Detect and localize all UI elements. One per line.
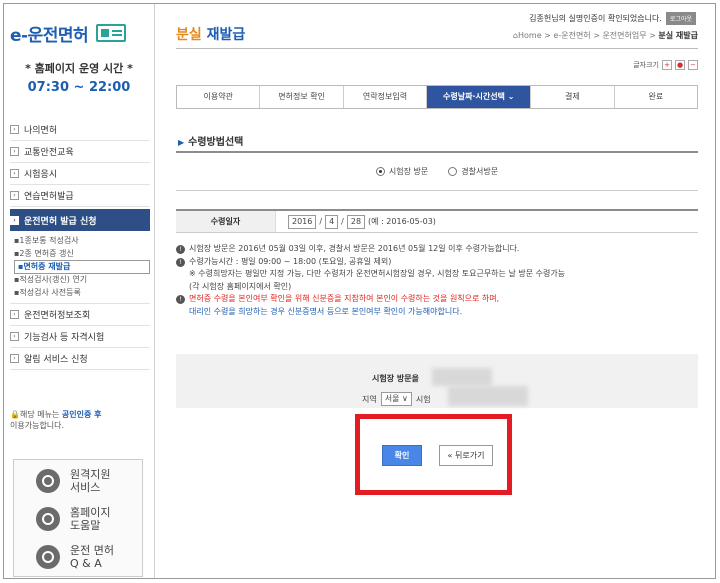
quick-qa[interactable]: 운전 면허 Q & A	[14, 538, 144, 576]
info-icon: !	[176, 295, 185, 304]
title-divider	[176, 48, 698, 49]
operating-hours-time: 07:30 ~ 22:00	[27, 80, 131, 95]
radio-test-site[interactable]: 시험장 방문	[375, 166, 428, 177]
notice-item: ! 시험장 방문은 2016년 05월 03일 이후, 경찰서 방문은 2016년…	[176, 243, 706, 256]
operating-hours-title: * 홈페이지 운영 시간 *	[25, 62, 133, 75]
step-terms: 이용약관	[177, 86, 261, 108]
notice-list: ! 시험장 방문은 2016년 05월 03일 이후, 경찰서 방문은 2016년…	[176, 243, 706, 318]
step-payment: 결제	[531, 86, 615, 108]
zoom-out-button[interactable]: −	[688, 60, 698, 70]
quick-links: 원격지원 서비스 홈페이지 도움말 운전 면허 Q & A	[13, 459, 143, 577]
menu-item-alert-service[interactable]: › 알림 서비스 신청	[10, 348, 150, 370]
receive-date-row: 수령일자 2016/ 4/ 28 (예 : 2016-05-03)	[176, 209, 698, 233]
logo-text: e-운전면허	[10, 25, 89, 46]
month-input[interactable]: 4	[325, 214, 339, 229]
submenu-item[interactable]: ▪적성검사 사전등록	[14, 287, 150, 300]
main-content: 김종헌님의 실명인증이 확인되었습니다. 로그아웃 분실 재발급 ⌂Home >…	[156, 4, 715, 578]
day-input[interactable]: 28	[346, 214, 366, 229]
menu-item-exam[interactable]: › 시험응시	[10, 163, 150, 185]
receive-method: 시험장 방문 경찰서방문	[176, 151, 698, 191]
menu-item-license-issue[interactable]: › 운전면허 발급 신청	[10, 209, 150, 231]
chevron-right-icon: ›	[10, 125, 19, 134]
notice-sub: (각 시험장 홈페이지에서 확인)	[189, 281, 292, 291]
help-icon	[36, 507, 60, 531]
chevron-right-icon: ›	[10, 191, 19, 200]
year-input[interactable]: 2016	[288, 214, 317, 229]
menu-item-practice-license[interactable]: › 연습면허발급	[10, 185, 150, 207]
visit-title: 시험장 방문을	[372, 374, 419, 383]
side-menu: › 나의면허 › 교통안전교육 › 시험응시 › 연습면허발급 › 운전면허 발급 신청 …	[10, 119, 150, 370]
radio-selected-icon	[375, 167, 385, 176]
zoom-reset-button[interactable]: ●	[675, 60, 685, 70]
section-title: 수령방법선택	[178, 133, 243, 148]
cert-link[interactable]: 공인인증 후	[62, 410, 102, 419]
date-example: (예 : 2016-05-03)	[368, 217, 436, 226]
menu-label: 나의면허	[24, 126, 58, 136]
chevron-right-icon: ›	[10, 215, 19, 225]
visit-site-panel: 시험장 방문을 지역 서울 ∨ 시험	[176, 354, 698, 408]
menu-label: 연습면허발급	[24, 192, 74, 202]
confirm-button[interactable]: 확인	[382, 445, 422, 466]
menu-label: 교통안전교육	[24, 148, 74, 158]
login-status: 김종헌님의 실명인증이 확인되었습니다. 로그아웃	[529, 12, 696, 25]
menu-item-my-license[interactable]: › 나의면허	[10, 119, 150, 141]
remote-support-icon	[36, 469, 60, 493]
notice-sub: ※ 수령희망자는 평일만 지정 가능, 다만 수령처가 운전면허시험장일 경우,…	[189, 269, 566, 278]
sidebar: e-운전면허 * 홈페이지 운영 시간 * 07:30 ~ 22:00 › 나의면…	[4, 4, 155, 578]
region-select[interactable]: 서울 ∨	[380, 392, 412, 406]
step-license-check: 면허정보 확인	[260, 86, 344, 108]
page-title: 분실 재발급	[176, 27, 246, 43]
quick-help[interactable]: 홈페이지 도움말	[14, 500, 144, 538]
menu-label: 알림 서비스 신청	[24, 355, 88, 365]
step-date-select: 수령날짜·시간선택 ⌄	[427, 86, 532, 108]
notice-item-warning: ! 면허증 수령을 본인여부 확인을 위해 신분증을 지참하여 본인이 수령하는 …	[176, 293, 706, 306]
menu-item-skill-test[interactable]: › 기능검사 등 자격시험	[10, 326, 150, 348]
lock-icon: 🔒	[10, 410, 20, 419]
browser-frame: e-운전면허 * 홈페이지 운영 시간 * 07:30 ~ 22:00 › 나의면…	[3, 3, 716, 579]
step-complete: 완료	[614, 86, 698, 108]
notice-sub-proxy: 대리인 수령을 희망하는 경우 신분증명서 등으로 본인여부 확인이 가능해야합…	[189, 306, 463, 316]
chevron-right-icon: ›	[10, 310, 19, 319]
menu-label: 운전면허정보조회	[24, 311, 91, 321]
radio-police-station[interactable]: 경찰서방문	[448, 166, 498, 177]
submenu: ▪1종보통 적성검사 ▪2종 면허증 갱신 ▪면허증 재발급 ▪적성검사(갱신)…	[10, 231, 150, 304]
submenu-item-reissue[interactable]: ▪면허증 재발급	[14, 260, 150, 274]
submenu-item[interactable]: ▪2종 면허증 갱신	[14, 248, 150, 261]
chevron-right-icon: ›	[10, 354, 19, 363]
menu-item-safety-education[interactable]: › 교통안전교육	[10, 141, 150, 163]
logout-button[interactable]: 로그아웃	[665, 12, 696, 25]
date-label: 수령일자	[176, 211, 276, 232]
step-contact-info: 연락정보입력	[343, 86, 428, 108]
blurred-select	[448, 386, 528, 406]
breadcrumb: ⌂Home > e-운전면허 > 운전면허업무 > 분실 재발급	[512, 31, 698, 40]
font-size-controls: 글자크기 + ● −	[633, 60, 698, 70]
date-fields: 2016/ 4/ 28 (예 : 2016-05-03)	[288, 214, 436, 229]
menu-label: 운전면허 발급 신청	[24, 216, 97, 227]
menu-label: 기능검사 등 자격시험	[24, 333, 105, 343]
blurred-text	[432, 368, 492, 386]
login-message: 김종헌님의 실명인증이 확인되었습니다.	[529, 14, 662, 23]
progress-steps: 이용약관 면허정보 확인 연락정보입력 수령날짜·시간선택 ⌄ 결제 완료	[176, 85, 698, 109]
chevron-right-icon: ›	[10, 332, 19, 341]
region-select-row: 지역 서울 ∨ 시험	[362, 392, 431, 406]
chevron-right-icon: ›	[10, 147, 19, 156]
radio-empty-icon	[448, 167, 458, 176]
menu-item-license-info[interactable]: › 운전면허정보조회	[10, 304, 150, 326]
back-button[interactable]: « 뒤로가기	[439, 445, 493, 466]
zoom-in-button[interactable]: +	[662, 60, 672, 70]
site-logo[interactable]: e-운전면허	[10, 20, 127, 46]
menu-label: 시험응시	[24, 170, 58, 180]
license-card-icon	[96, 24, 127, 42]
submenu-item[interactable]: ▪적성검사(갱신) 연기	[14, 274, 150, 287]
notice-item: ! 수령가능시간 : 평일 09:00 ~ 18:00 (토요일, 공휴일 제외)	[176, 256, 706, 269]
qa-search-icon	[36, 545, 60, 569]
info-icon: !	[176, 257, 185, 267]
quick-remote-support[interactable]: 원격지원 서비스	[14, 462, 144, 500]
chevron-right-icon: ›	[10, 169, 19, 178]
auth-note: 🔒해당 메뉴는 공인인증 후 이용가능합니다.	[10, 410, 102, 430]
info-icon: !	[176, 245, 185, 254]
submenu-item[interactable]: ▪1종보통 적성검사	[14, 235, 150, 248]
